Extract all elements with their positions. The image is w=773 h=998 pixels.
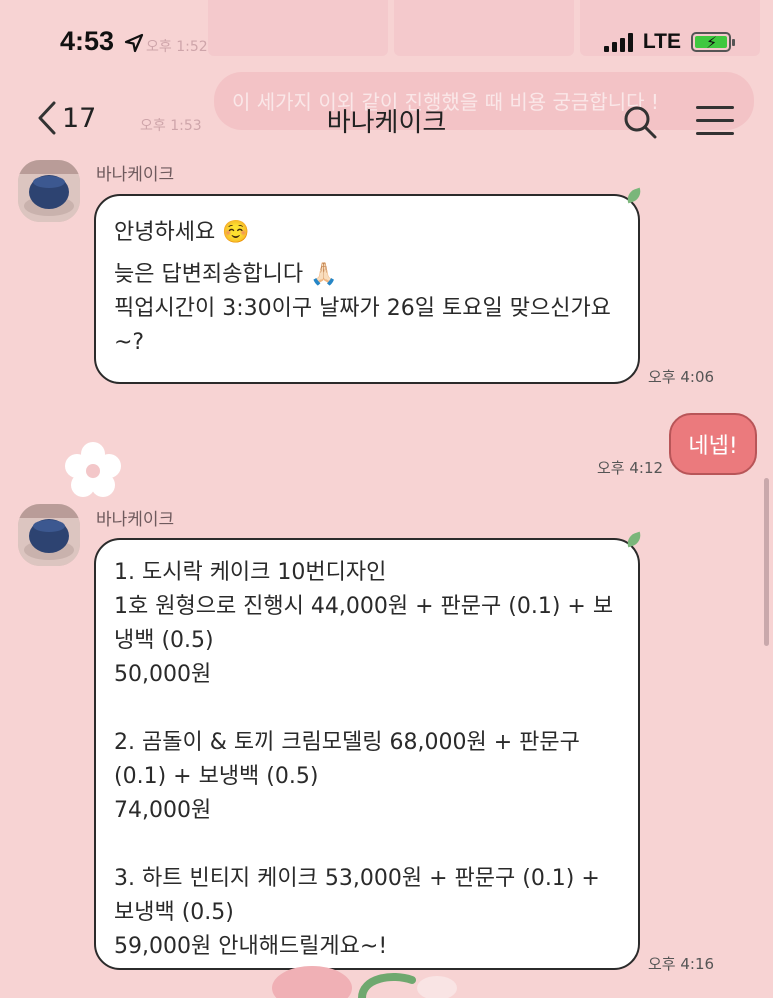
status-time: 4:53 bbox=[60, 26, 144, 57]
search-button[interactable] bbox=[622, 104, 658, 140]
background-ghost-time: 오후 1:52 bbox=[146, 39, 208, 55]
message-bubble[interactable]: 1. 도시락 케이크 10번디자인 1호 원형으로 진행시 44,000원 + … bbox=[94, 531, 644, 970]
flower-icon bbox=[65, 442, 121, 497]
back-button[interactable]: 17 bbox=[36, 100, 96, 136]
scrollbar[interactable] bbox=[764, 478, 769, 646]
status-time-text: 4:53 bbox=[60, 26, 115, 56]
background-ghost-text: 이 세가지 이외 같이 진행했을 때 비용 궁금합니다 ! bbox=[232, 90, 659, 114]
cake-avatar-image bbox=[18, 160, 80, 222]
bottom-flower-decoration bbox=[272, 966, 457, 998]
message-line: 안녕하세요 ☺️ bbox=[114, 220, 250, 245]
cake-avatar-image bbox=[18, 504, 80, 566]
message-line bbox=[114, 828, 620, 862]
location-arrow-icon bbox=[124, 33, 143, 52]
message-line bbox=[114, 692, 620, 726]
menu-icon bbox=[696, 106, 734, 135]
message-text: 네넵! bbox=[688, 434, 738, 459]
sender-name: 바나케이크 bbox=[96, 165, 175, 185]
message-line: 1호 원형으로 진행시 44,000원 + 판문구 (0.1) + 보냉백 (0… bbox=[114, 594, 614, 653]
unread-count: 17 bbox=[62, 102, 97, 134]
menu-button[interactable] bbox=[696, 106, 734, 138]
message-line: 1. 도시락 케이크 10번디자인 bbox=[114, 560, 387, 585]
message-line: 픽업시간이 3:30이구 날짜가 26일 토요일 맞으신가요~? bbox=[114, 296, 611, 355]
search-icon bbox=[624, 106, 657, 139]
background-card bbox=[208, 0, 388, 56]
message-time: 오후 4:12 bbox=[597, 459, 664, 477]
status-indicators: LTE ⚡ bbox=[603, 30, 735, 54]
message-line: 74,000원 bbox=[114, 798, 212, 823]
leaf-decoration bbox=[624, 531, 644, 548]
sender-name: 바나케이크 bbox=[96, 510, 175, 530]
background-card bbox=[394, 0, 574, 56]
message-line: 2. 곰돌이 & 토끼 크림모델링 68,000원 + 판문구 (0.1) + … bbox=[114, 730, 580, 789]
network-label: LTE bbox=[642, 30, 681, 53]
message-bubble[interactable]: 안녕하세요 ☺️ 늦은 답변죄송합니다 🙏🏻 픽업시간이 3:30이구 날짜가 … bbox=[94, 187, 644, 384]
message-time: 오후 4:16 bbox=[648, 955, 715, 973]
avatar[interactable] bbox=[18, 504, 80, 566]
back-chevron-icon bbox=[38, 101, 56, 135]
message-line: 50,000원 bbox=[114, 662, 212, 687]
background-ghost-time: 오후 1:53 bbox=[140, 118, 202, 134]
avatar[interactable] bbox=[18, 160, 80, 222]
message-time: 오후 4:06 bbox=[648, 368, 715, 386]
leaf-decoration bbox=[624, 187, 644, 204]
message-line: 3. 하트 빈티지 케이크 53,000원 + 판문구 (0.1) + 보냉백 … bbox=[114, 866, 600, 925]
my-message-bubble[interactable]: 네넵! bbox=[669, 413, 757, 475]
signal-icon bbox=[603, 32, 633, 52]
battery-charging-icon: ⚡ bbox=[691, 32, 735, 52]
message-line: 늦은 답변죄송합니다 🙏🏻 bbox=[114, 262, 338, 287]
